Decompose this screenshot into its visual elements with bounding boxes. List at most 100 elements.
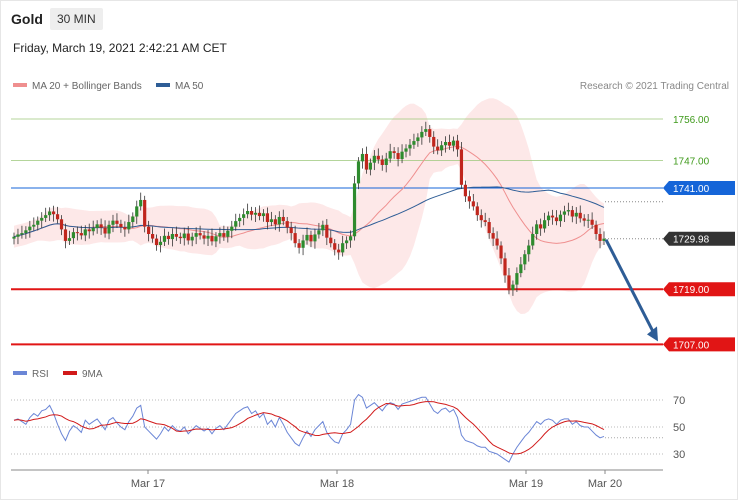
candle-body	[210, 235, 214, 242]
candle-body	[463, 184, 468, 197]
candle-body	[16, 234, 20, 237]
candle-body	[234, 221, 238, 227]
candle-body	[127, 222, 131, 230]
candle-body	[166, 235, 171, 240]
candle-body	[578, 212, 582, 219]
candle-body	[333, 243, 337, 250]
x-tick-label-0: Mar 17	[131, 478, 165, 490]
candle-body	[289, 227, 293, 234]
candle-body	[408, 144, 412, 149]
candle-body	[491, 233, 495, 239]
candle-body	[368, 162, 372, 170]
candle-body	[546, 215, 551, 221]
candle-body	[400, 151, 404, 160]
candle-body	[87, 229, 91, 232]
candle-body	[230, 226, 234, 231]
candle-body	[420, 131, 424, 138]
candle-body	[44, 215, 48, 218]
candle-body	[384, 158, 388, 165]
candle-body	[79, 233, 83, 236]
candle-body	[253, 212, 258, 215]
candle-body	[170, 234, 174, 240]
candle-body	[412, 141, 416, 145]
candle-body	[467, 196, 471, 202]
level-label-3: 1729.98	[673, 235, 710, 246]
candle-body	[99, 224, 103, 228]
candle-body	[182, 233, 186, 239]
candle-body	[321, 224, 325, 231]
candle-body	[194, 233, 198, 237]
candle-body	[71, 232, 75, 239]
candle-body	[543, 220, 547, 229]
candle-body	[28, 226, 32, 231]
candle-body	[523, 254, 527, 265]
candle-body	[317, 230, 321, 235]
candle-body	[246, 211, 250, 215]
candle-body	[63, 229, 68, 241]
candle-body	[51, 211, 56, 215]
level-label-2: 1741.00	[673, 184, 710, 195]
rsi-9ma-line	[13, 401, 605, 455]
candle-body	[356, 161, 361, 184]
candle-body	[190, 236, 194, 241]
candle-body	[447, 142, 452, 146]
candle-body	[32, 224, 36, 227]
candle-body	[396, 153, 400, 160]
candle-body	[285, 221, 289, 228]
candle-body	[451, 140, 456, 146]
level-label-0: 1756.00	[673, 115, 710, 126]
candle-body	[582, 218, 586, 221]
candle-body	[345, 240, 349, 244]
candle-body	[12, 236, 16, 239]
candle-body	[372, 155, 376, 163]
candle-body	[539, 224, 543, 229]
candle-body	[424, 129, 428, 132]
candle-body	[527, 245, 531, 255]
candle-body	[249, 211, 254, 215]
candle-body	[531, 234, 535, 246]
candle-body	[95, 224, 99, 229]
candle-body	[103, 227, 107, 234]
candle-body	[36, 220, 40, 225]
candle-body	[257, 212, 262, 217]
candle-body	[115, 220, 119, 224]
x-tick-label-1: Mar 18	[320, 478, 354, 490]
candle-body	[218, 233, 222, 237]
candle-body	[83, 229, 87, 236]
candle-body	[519, 264, 523, 274]
candle-body	[562, 211, 567, 215]
candle-body	[535, 224, 539, 234]
candle-body	[511, 284, 515, 291]
candle-body	[416, 137, 420, 142]
candle-body	[483, 220, 487, 223]
candle-body	[376, 155, 380, 160]
rsi-tick-label-2: 30	[673, 449, 685, 461]
candle-body	[503, 258, 507, 276]
rsi-tick-label-0: 70	[673, 395, 685, 407]
candle-body	[590, 219, 594, 225]
candle-body	[131, 216, 135, 223]
candle-body	[238, 217, 242, 222]
candle-body	[143, 199, 147, 227]
candle-body	[558, 214, 563, 222]
candle-body	[123, 227, 127, 230]
candle-body	[388, 151, 392, 159]
candle-body	[392, 151, 396, 154]
candle-body	[515, 273, 519, 285]
candle-body	[495, 238, 499, 246]
candle-body	[119, 223, 123, 228]
candle-body	[147, 226, 151, 234]
candle-body	[440, 145, 444, 151]
candle-body	[499, 245, 503, 259]
candle-body	[162, 235, 167, 242]
level-label-1: 1747.00	[673, 156, 710, 167]
candle-body	[59, 219, 64, 230]
candle-body	[174, 234, 178, 237]
candle-body	[55, 214, 60, 220]
candle-body	[24, 230, 28, 234]
candle-body	[261, 213, 266, 217]
candle-body	[67, 238, 72, 241]
candle-body	[277, 216, 281, 225]
candle-body	[566, 210, 570, 212]
candle-body	[309, 234, 313, 242]
